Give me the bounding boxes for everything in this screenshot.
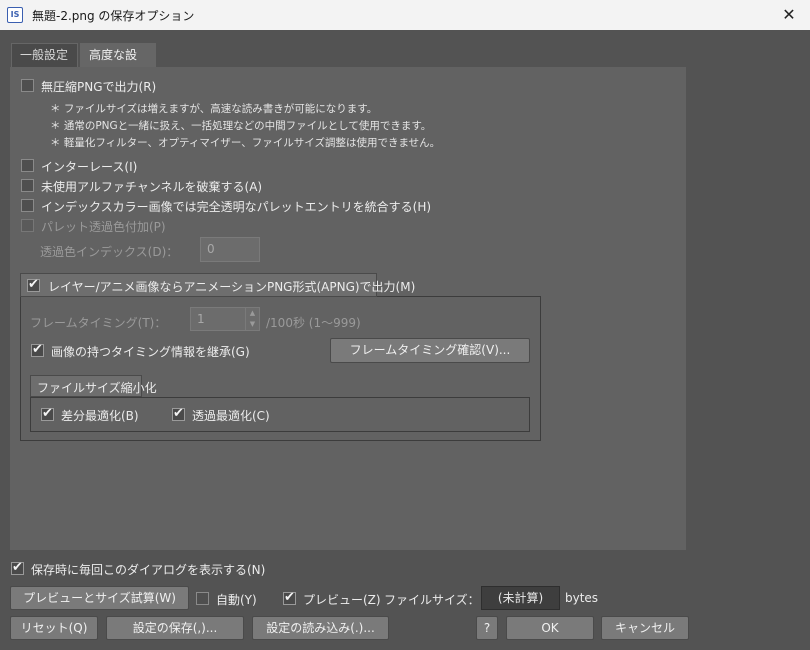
palette-transparent-label: パレット透過色付加(P) <box>41 220 166 234</box>
apng-checkbox[interactable] <box>27 277 40 292</box>
interlace-label: インターレース(I) <box>41 160 138 174</box>
transp-opt-checkbox[interactable] <box>172 406 185 421</box>
preview-size-button[interactable]: プレビューとサイズ試算(W) <box>10 586 189 610</box>
transparent-index-label: 透過色インデックス(D)： <box>40 245 179 259</box>
uncompressed-note: ＊ ファイルサイズは増えますが、高速な読み書きが可能になります。 <box>50 103 378 115</box>
app-icon: IS <box>7 7 23 23</box>
show-dialog-checkbox[interactable] <box>11 560 24 575</box>
diff-opt-checkbox[interactable] <box>41 406 54 421</box>
show-dialog-label: 保存時に毎回このダイアログを表示する(N) <box>31 563 266 577</box>
frame-timing-unit: /100秒 (1～999) <box>266 316 361 330</box>
apng-label: レイヤー/アニメ画像ならアニメーションPNG形式(APNG)で出力(M) <box>48 280 416 294</box>
preview-checkbox[interactable] <box>283 590 296 605</box>
filesize-reduction-title: ファイルサイズ縮小化 <box>37 381 157 395</box>
reset-button[interactable]: リセット(Q) <box>10 616 98 640</box>
inherit-timing-checkbox[interactable] <box>31 342 44 357</box>
close-button[interactable]: ✕ <box>776 3 802 27</box>
transparent-index-input[interactable]: 0 <box>200 237 260 262</box>
inherit-timing-label: 画像の持つタイミング情報を継承(G) <box>51 345 250 359</box>
frame-timing-label: フレームタイミング(T)： <box>30 316 167 330</box>
auto-label: 自動(Y) <box>216 593 257 607</box>
uncompressed-note: ＊ 通常のPNGと一緒に扱え、一括処理などの中間ファイルとして使用できます。 <box>50 120 432 132</box>
merge-palette-label: インデックスカラー画像では完全透明なパレットエントリを統合する(H) <box>41 200 432 214</box>
discard-alpha-label: 未使用アルファチャンネルを破棄する(A) <box>41 180 263 194</box>
preview-label: プレビュー(Z) <box>303 593 381 607</box>
ok-button[interactable]: OK <box>506 616 594 640</box>
load-settings-button[interactable]: 設定の読み込み(.)... <box>252 616 389 640</box>
spin-down-icon[interactable]: ▼ <box>245 319 259 330</box>
title-bar: IS 無題-2.png の保存オプション ✕ <box>0 0 810 30</box>
frame-timing-confirm-button[interactable]: フレームタイミング確認(V)... <box>330 338 530 363</box>
tab-general[interactable]: 一般設定 <box>11 43 78 68</box>
tab-advanced[interactable]: 高度な設定 <box>80 43 156 85</box>
filesize-value: (未計算) <box>481 586 560 610</box>
uncompressed-note: ＊ 軽量化フィルター、オプティマイザー、ファイルサイズ調整は使用できません。 <box>50 137 441 149</box>
interlace-checkbox[interactable] <box>21 159 34 172</box>
palette-transparent-checkbox[interactable] <box>21 219 34 232</box>
filesize-unit: bytes <box>565 591 599 605</box>
transp-opt-label: 透過最適化(C) <box>192 409 270 423</box>
window-title: 無題-2.png の保存オプション <box>32 9 195 23</box>
filesize-label: ファイルサイズ： <box>384 593 480 607</box>
discard-alpha-checkbox[interactable] <box>21 179 34 192</box>
uncompressed-png-checkbox[interactable] <box>21 79 34 92</box>
merge-palette-checkbox[interactable] <box>21 199 34 212</box>
spin-up-icon[interactable]: ▲ <box>245 308 259 319</box>
diff-opt-label: 差分最適化(B) <box>61 409 139 423</box>
cancel-button[interactable]: キャンセル <box>601 616 689 640</box>
uncompressed-png-label: 無圧縮PNGで出力(R) <box>41 80 157 94</box>
save-settings-button[interactable]: 設定の保存(,)... <box>106 616 244 640</box>
help-button[interactable]: ? <box>476 616 498 640</box>
auto-checkbox[interactable] <box>196 592 209 605</box>
